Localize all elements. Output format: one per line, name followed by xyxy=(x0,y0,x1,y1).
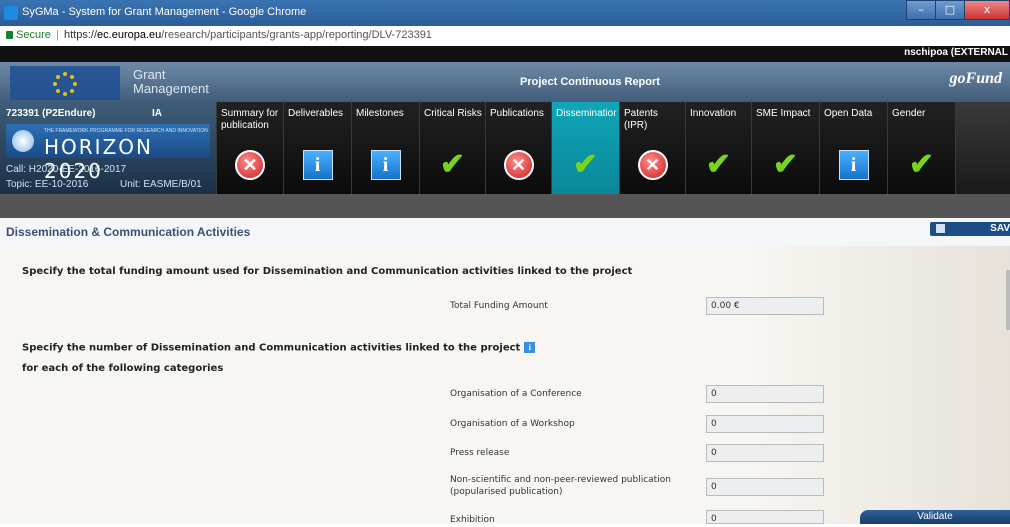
user-name[interactable]: nschipoa (EXTERNAL xyxy=(904,47,1008,58)
tab-deliverables[interactable]: Deliverables i xyxy=(283,102,351,194)
tab-sme-impact[interactable]: SME Impact ✔ xyxy=(751,102,819,194)
address-separator: | xyxy=(56,29,59,41)
question-activities-count: Specify the number of Dissemination and … xyxy=(22,342,536,354)
check-status-icon: ✔ xyxy=(705,148,732,181)
check-status-icon: ✔ xyxy=(439,148,466,181)
info-status-icon: i xyxy=(369,148,403,182)
workshop-count-input[interactable]: 0 xyxy=(706,415,824,433)
tab-publications[interactable]: Publications ✕ xyxy=(485,102,551,194)
field-label-workshop: Organisation of a Workshop xyxy=(450,419,575,429)
minimize-button[interactable]: – xyxy=(906,0,936,20)
project-info-box: 723391 (P2Endure) IA THE FRAMEWORK PROGR… xyxy=(0,102,216,194)
project-id: 723391 (P2Endure) xyxy=(6,108,96,119)
app-icon xyxy=(4,6,18,20)
tab-milestones[interactable]: Milestones i xyxy=(351,102,419,194)
url-host: ec.europa.eu xyxy=(97,29,162,41)
address-bar[interactable]: Secure | https://ec.europa.eu/research/p… xyxy=(0,26,1010,47)
window-title: SyGMa - System for Grant Management - Go… xyxy=(22,6,307,18)
field-label-conference: Organisation of a Conference xyxy=(450,389,582,399)
url-scheme: https:// xyxy=(64,29,98,41)
report-title: Project Continuous Report xyxy=(520,76,660,88)
check-status-icon: ✔ xyxy=(772,148,799,181)
window-controls: – □ x xyxy=(906,0,1010,20)
tab-innovation[interactable]: Innovation ✔ xyxy=(685,102,751,194)
scrollbar-thumb[interactable] xyxy=(1006,270,1010,330)
cross-status-icon: ✕ xyxy=(502,148,536,182)
save-icon xyxy=(936,224,945,233)
project-topic: Topic: EE-10-2016 xyxy=(6,179,89,190)
tab-dissemination[interactable]: Disseminatior ✔ xyxy=(551,102,619,194)
info-icon[interactable]: i xyxy=(524,342,536,353)
tab-critical-risks[interactable]: Critical Risks ✔ xyxy=(419,102,485,194)
question-total-funding: Specify the total funding amount used fo… xyxy=(22,266,633,277)
header-banner: Grant Management Project Continuous Repo… xyxy=(0,62,1010,102)
grant-management-title: Grant Management xyxy=(133,67,209,96)
horizon-2020-logo: THE FRAMEWORK PROGRAMME FOR RESEARCH AND… xyxy=(6,124,210,183)
maximize-button[interactable]: □ xyxy=(935,0,965,20)
globe-icon xyxy=(12,130,34,152)
save-button[interactable]: SAV xyxy=(930,222,1010,236)
info-status-icon: i xyxy=(301,148,335,182)
conference-count-input[interactable]: 0 xyxy=(706,385,824,403)
popularised-publication-count-input[interactable]: 0 xyxy=(706,478,824,496)
cross-status-icon: ✕ xyxy=(233,148,267,182)
project-call: Call: H2020-EE-2016-2017 xyxy=(6,164,127,175)
tab-gender[interactable]: Gender ✔ xyxy=(887,102,955,194)
lock-icon xyxy=(6,31,13,39)
project-type: IA xyxy=(152,108,162,119)
decorative-figure-panel xyxy=(955,102,1010,194)
check-status-icon: ✔ xyxy=(572,148,599,181)
secure-label: Secure xyxy=(16,29,51,41)
tab-summary-for-publication[interactable]: Summary for publication ✕ xyxy=(216,102,283,194)
gofund-logo: goFund xyxy=(949,70,1002,87)
info-status-icon: i xyxy=(837,148,871,182)
field-label-exhibition: Exhibition xyxy=(450,515,495,525)
project-unit: Unit: EASME/B/01 xyxy=(120,179,202,190)
browser-title-bar: SyGMa - System for Grant Management - Go… xyxy=(0,0,1010,26)
toolbar-band xyxy=(0,194,1010,218)
field-label-press-release: Press release xyxy=(450,448,510,458)
total-funding-input[interactable]: 0.00 € xyxy=(706,297,824,315)
question-activities-sub: for each of the following categories xyxy=(22,363,224,374)
total-funding-label: Total Funding Amount xyxy=(450,301,548,311)
tab-open-data[interactable]: Open Data i xyxy=(819,102,887,194)
validate-button[interactable]: Validate xyxy=(860,510,1010,524)
field-label-popularised-publication: Non-scientific and non-peer-reviewed pub… xyxy=(450,475,671,497)
section-header: Dissemination & Communication Activities… xyxy=(0,218,1010,247)
eu-flag-icon xyxy=(10,66,120,100)
check-status-icon: ✔ xyxy=(908,148,935,181)
report-tabs-bar: 723391 (P2Endure) IA THE FRAMEWORK PROGR… xyxy=(0,102,1010,194)
tab-patents-ipr[interactable]: Patents (IPR) ✕ xyxy=(619,102,685,194)
section-title: Dissemination & Communication Activities xyxy=(6,225,251,239)
user-band: nschipoa (EXTERNAL xyxy=(0,46,1010,62)
press-release-count-input[interactable]: 0 xyxy=(706,444,824,462)
url-path: /research/participants/grants-app/report… xyxy=(161,29,432,41)
url-text[interactable]: https://ec.europa.eu/research/participan… xyxy=(64,29,432,41)
cross-status-icon: ✕ xyxy=(636,148,670,182)
exhibition-count-input[interactable]: 0 xyxy=(706,510,824,524)
close-button[interactable]: x xyxy=(964,0,1010,20)
